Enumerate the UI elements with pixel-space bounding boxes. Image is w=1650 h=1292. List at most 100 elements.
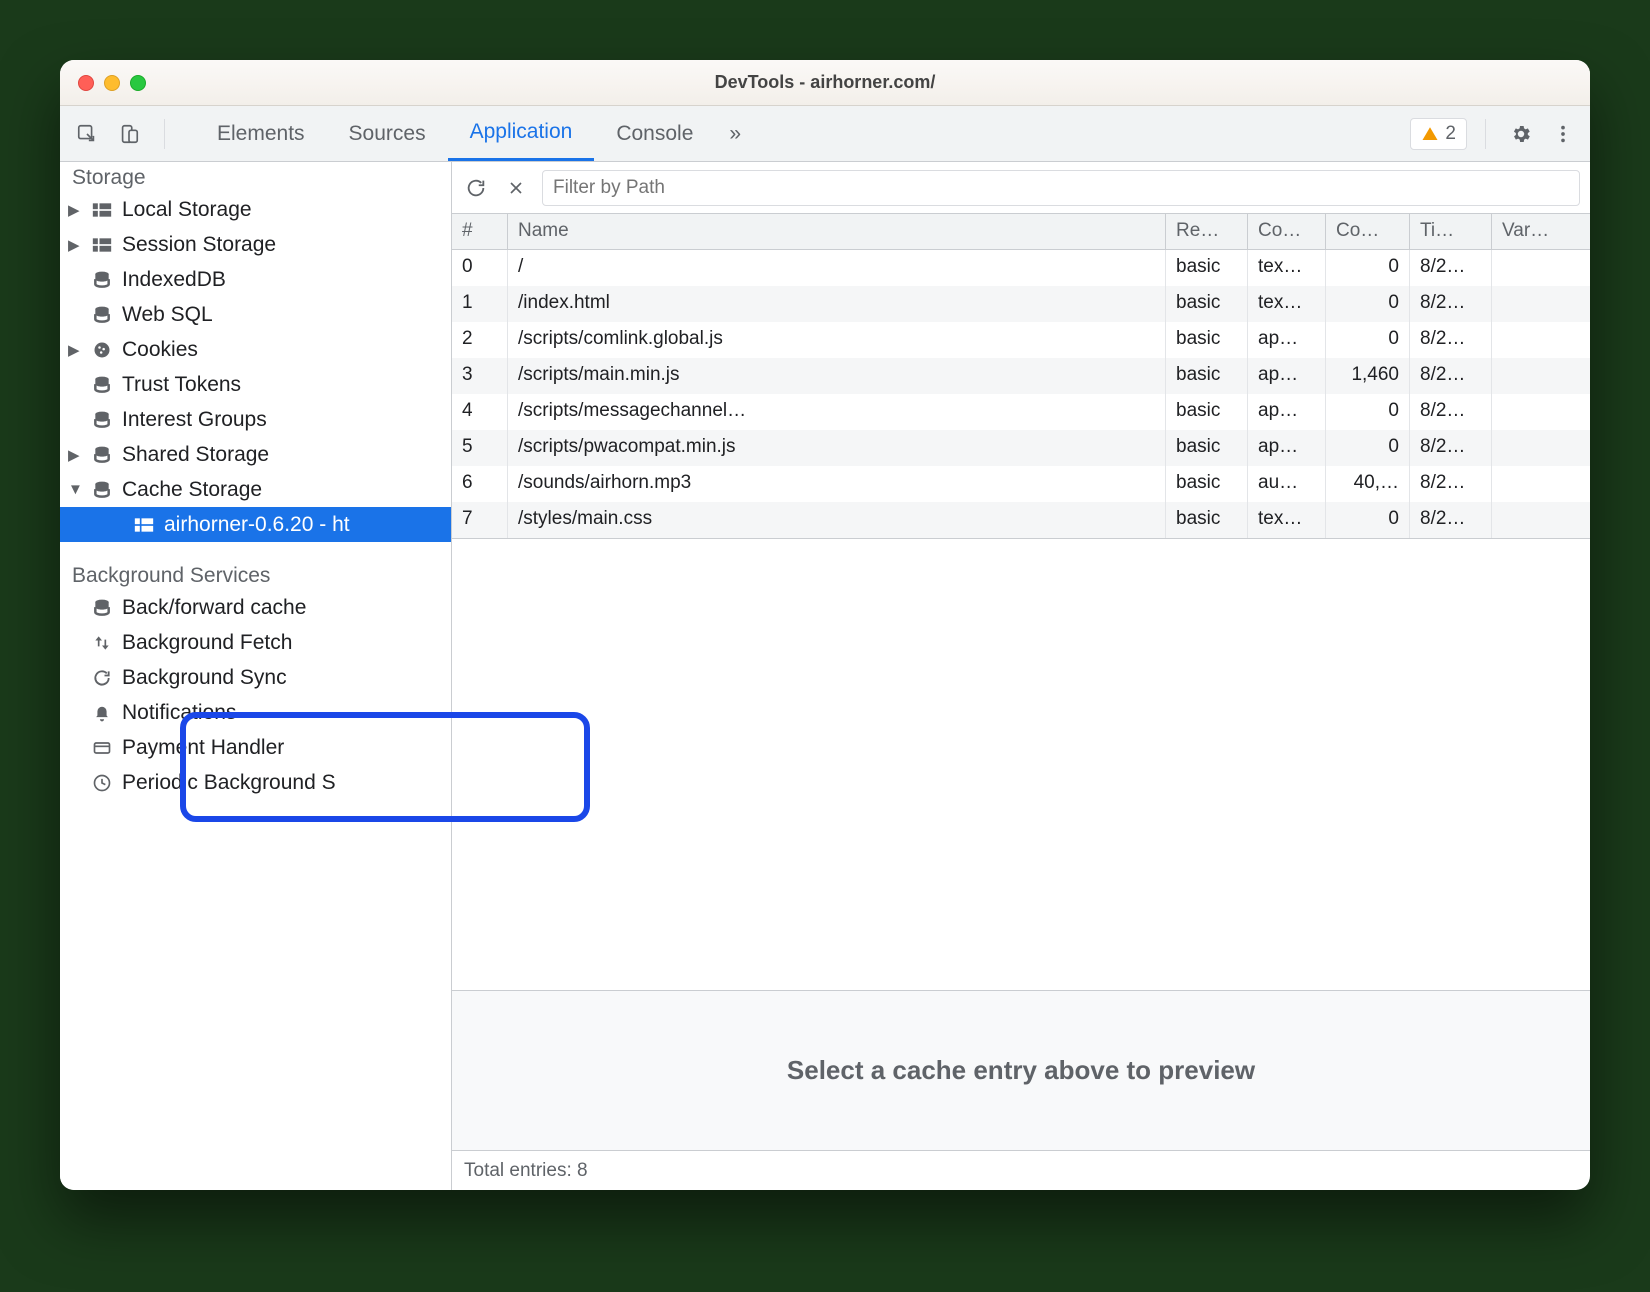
table-row[interactable]: 6/sounds/airhorn.mp3basicau…40,…8/2… [452,466,1590,502]
cell-content-length: 40,… [1326,466,1410,502]
sidebar-item-label: Shared Storage [122,443,269,467]
cell-content-type: ap… [1248,430,1326,466]
table-row[interactable]: 5/scripts/pwacompat.min.jsbasicap…08/2… [452,430,1590,466]
sidebar-item-background-sync[interactable]: Background Sync [60,660,451,695]
cell-vary [1492,250,1590,286]
sidebar-item-indexeddb[interactable]: IndexedDB [60,262,451,297]
cell-name: /sounds/airhorn.mp3 [508,466,1166,502]
db-icon [92,305,116,325]
table-row[interactable]: 0/basictex…08/2… [452,250,1590,286]
inspect-element-icon[interactable] [70,117,104,151]
cell-content-type: ap… [1248,394,1326,430]
cell-name: / [508,250,1166,286]
sidebar-item-notifications[interactable]: Notifications [60,695,451,730]
total-entries-label: Total entries: 8 [464,1160,588,1182]
window-title: DevTools - airhorner.com/ [60,72,1590,93]
cell-content-length: 0 [1326,322,1410,358]
sidebar-item-payment-handler[interactable]: Payment Handler [60,730,451,765]
tab-console[interactable]: Console [594,106,715,161]
tab-elements[interactable]: Elements [195,106,327,161]
cell-response: basic [1166,250,1248,286]
cell-time: 8/2… [1410,502,1492,538]
sidebar-item-back-forward-cache[interactable]: Back/forward cache [60,590,451,625]
cell-content-type: tex… [1248,286,1326,322]
device-toggle-icon[interactable] [112,117,146,151]
cell-time: 8/2… [1410,322,1492,358]
cell-name: /index.html [508,286,1166,322]
cell-response: basic [1166,502,1248,538]
cell-time: 8/2… [1410,358,1492,394]
sidebar-item-background-fetch[interactable]: Background Fetch [60,625,451,660]
table-row[interactable]: 4/scripts/messagechannel…basicap…08/2… [452,394,1590,430]
table-row[interactable]: 2/scripts/comlink.global.jsbasicap…08/2… [452,322,1590,358]
cell-name: /scripts/comlink.global.js [508,322,1166,358]
sidebar-item-label: Cookies [122,338,198,362]
cell-content-length: 0 [1326,250,1410,286]
background-services-tree: Back/forward cache Background FetchBackgr… [60,590,451,800]
th-content-length[interactable]: Co… [1326,214,1410,249]
cell-index: 1 [452,286,508,322]
tab-application[interactable]: Application [448,106,595,161]
tabs-overflow-button[interactable]: » [715,106,755,161]
th-content-type[interactable]: Co… [1248,214,1326,249]
table-row[interactable]: 1/index.htmlbasictex…08/2… [452,286,1590,322]
cell-content-length: 0 [1326,430,1410,466]
separator [164,119,165,149]
cell-vary [1492,466,1590,502]
table-rows: 0/basictex…08/2…1/index.htmlbasictex…08/… [452,250,1590,538]
cell-index: 4 [452,394,508,430]
th-vary[interactable]: Var… [1492,214,1590,249]
sidebar-item-cookies[interactable]: ▶Cookies [60,332,451,367]
tab-sources[interactable]: Sources [327,106,448,161]
sidebar-item-interest-groups[interactable]: Interest Groups [60,402,451,437]
cell-content-length: 0 [1326,502,1410,538]
sidebar-item-label: airhorner-0.6.20 - ht [164,513,350,537]
cache-storage-panel: # Name Re… Co… Co… Ti… Var… 0/basictex…0… [452,162,1590,1190]
db-icon [92,445,116,465]
updown-icon [92,633,116,653]
cell-name: /scripts/pwacompat.min.js [508,430,1166,466]
warning-icon [1421,125,1439,143]
cell-vary [1492,502,1590,538]
sidebar-item-label: Local Storage [122,198,252,222]
th-name[interactable]: Name [508,214,1166,249]
sidebar-section-storage: Storage [60,162,451,192]
cell-response: basic [1166,394,1248,430]
cell-name: /styles/main.css [508,502,1166,538]
sidebar-item-session-storage[interactable]: ▶Session Storage [60,227,451,262]
filter-input[interactable] [542,170,1580,206]
clear-icon[interactable] [502,174,530,202]
sync-icon [92,668,116,688]
sidebar-item-trust-tokens[interactable]: Trust Tokens [60,367,451,402]
th-time-cached[interactable]: Ti… [1410,214,1492,249]
table-row[interactable]: 3/scripts/main.min.jsbasicap…1,4608/2… [452,358,1590,394]
cell-vary [1492,394,1590,430]
cache-filterbar [452,162,1590,214]
table-row[interactable]: 7/styles/main.cssbasictex…08/2… [452,502,1590,538]
grid-icon [92,201,116,219]
sidebar-section-bg: Background Services [60,560,451,590]
sidebar-item-label: Web SQL [122,303,213,327]
th-index[interactable]: # [452,214,508,249]
sidebar-item-local-storage[interactable]: ▶Local Storage [60,192,451,227]
clock-icon [92,773,116,793]
sidebar-item-cache-storage[interactable]: ▼Cache Storage [60,472,451,507]
sidebar-item-label: Back/forward cache [122,596,306,620]
warnings-badge[interactable]: 2 [1410,118,1467,150]
sidebar-item-periodic-background-s[interactable]: Periodic Background S [60,765,451,800]
sidebar-item-web-sql[interactable]: Web SQL [60,297,451,332]
db-icon [92,480,116,500]
th-response-type[interactable]: Re… [1166,214,1248,249]
cell-time: 8/2… [1410,394,1492,430]
kebab-menu-icon[interactable] [1546,117,1580,151]
cell-time: 8/2… [1410,250,1492,286]
gear-icon[interactable] [1504,117,1538,151]
cell-vary [1492,430,1590,466]
table-header: # Name Re… Co… Co… Ti… Var… [452,214,1590,250]
sidebar-item-airhorner-0-6-20-ht[interactable]: airhorner-0.6.20 - ht [60,507,451,542]
panel-tabs: Elements Sources Application Console » [195,106,755,161]
cookie-icon [92,340,116,360]
sidebar-item-shared-storage[interactable]: ▶Shared Storage [60,437,451,472]
refresh-icon[interactable] [462,174,490,202]
table-blank-area [452,538,1590,990]
